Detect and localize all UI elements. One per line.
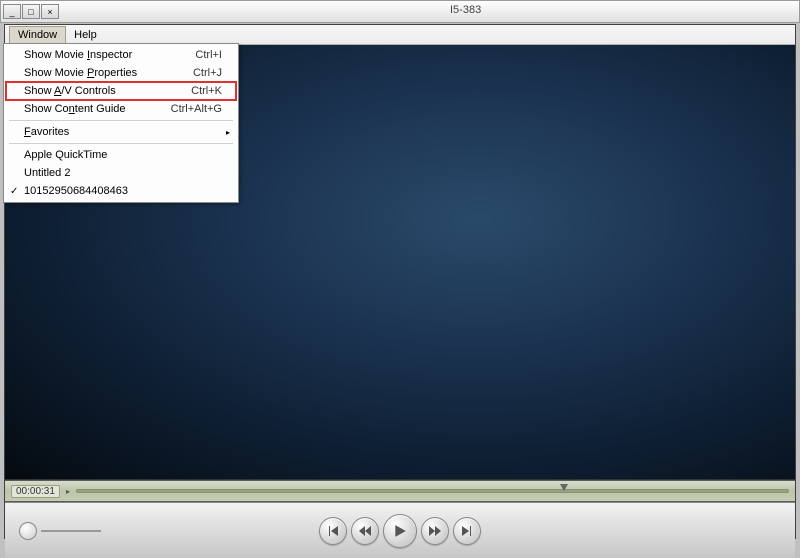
menu-item-label: Show Content Guide xyxy=(24,103,126,115)
check-icon: ✓ xyxy=(10,186,18,197)
rewind-icon xyxy=(359,525,371,537)
title-bar: I5-383 _ □ × xyxy=(0,0,800,23)
menu-item-10152950684408463[interactable]: ✓ 10152950684408463 xyxy=(6,182,236,200)
menu-item-label: Apple QuickTime xyxy=(24,149,107,161)
menu-window[interactable]: Window xyxy=(9,26,66,44)
menu-item-favorites[interactable]: Favorites ▸ xyxy=(6,123,236,141)
submenu-arrow-icon: ▸ xyxy=(226,128,230,137)
menu-separator xyxy=(9,143,233,144)
skip-end-button[interactable] xyxy=(453,517,481,545)
maximize-button[interactable]: □ xyxy=(22,4,40,19)
menu-item-label: Show Movie Properties xyxy=(24,67,137,79)
menu-item-show-movie-properties[interactable]: Show Movie Properties Ctrl+J xyxy=(6,64,236,82)
menu-item-label: Untitled 2 xyxy=(24,167,70,179)
fast-forward-button[interactable] xyxy=(421,517,449,545)
menu-item-apple-quicktime[interactable]: Apple QuickTime xyxy=(6,146,236,164)
skip-start-icon xyxy=(327,525,339,537)
menu-item-accel: Ctrl+K xyxy=(191,85,222,97)
seek-marker-icon[interactable] xyxy=(560,484,568,491)
play-button[interactable] xyxy=(383,514,417,548)
play-icon xyxy=(393,524,407,538)
window-buttons: _ □ × xyxy=(3,4,59,19)
menu-item-label: Show A/V Controls xyxy=(24,85,116,97)
menu-item-show-movie-inspector[interactable]: Show Movie Inspector Ctrl+I xyxy=(6,46,236,64)
menu-item-untitled-2[interactable]: Untitled 2 xyxy=(6,164,236,182)
control-strip xyxy=(5,502,795,558)
fast-forward-icon xyxy=(429,525,441,537)
timeline-bar: 00:00:31 ▸ xyxy=(5,480,795,502)
menu-item-accel: Ctrl+I xyxy=(195,49,222,61)
menu-item-label: Show Movie Inspector xyxy=(24,49,132,61)
window-menu-dropdown: Show Movie Inspector Ctrl+I Show Movie Pro… xyxy=(3,43,239,203)
volume-track[interactable] xyxy=(41,530,101,532)
seek-track[interactable] xyxy=(76,489,789,493)
menu-item-accel: Ctrl+Alt+G xyxy=(171,103,222,115)
menu-separator xyxy=(9,120,233,121)
skip-end-icon xyxy=(461,525,473,537)
rewind-button[interactable] xyxy=(351,517,379,545)
menu-item-show-content-guide[interactable]: Show Content Guide Ctrl+Alt+G xyxy=(6,100,236,118)
window-title-fragment: I5-383 xyxy=(450,4,481,16)
menu-item-accel: Ctrl+J xyxy=(193,67,222,79)
menu-help[interactable]: Help xyxy=(66,27,105,43)
menu-item-label: Favorites xyxy=(24,126,69,138)
time-display: 00:00:31 xyxy=(11,485,60,498)
volume-knob[interactable] xyxy=(19,522,37,540)
playback-controls xyxy=(319,514,481,548)
skip-start-button[interactable] xyxy=(319,517,347,545)
close-button[interactable]: × xyxy=(41,4,59,19)
menu-item-label: 10152950684408463 xyxy=(24,185,128,197)
menubar: Window Help xyxy=(5,25,795,45)
minimize-button[interactable]: _ xyxy=(3,4,21,19)
time-arrow-icon: ▸ xyxy=(66,487,70,496)
menu-item-show-a-v-controls[interactable]: Show A/V Controls Ctrl+K xyxy=(6,82,236,100)
